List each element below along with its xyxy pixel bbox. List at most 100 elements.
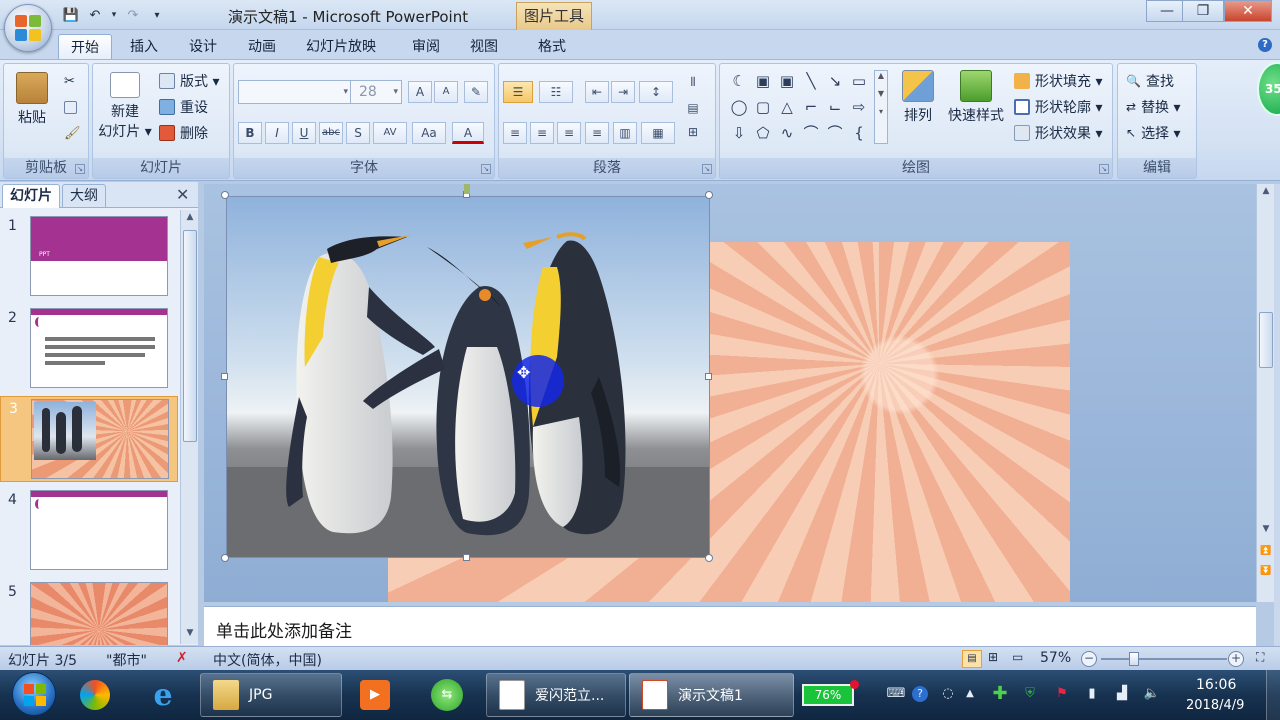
tab-design[interactable]: 设计 [177, 34, 229, 60]
format-painter-button[interactable]: 🖌 [64, 122, 81, 144]
editor-scrollbar[interactable]: ▲ ▼ ⏫ ⏬ [1256, 184, 1274, 602]
shape-textbox-v-icon[interactable]: ▣ [776, 70, 798, 92]
thumbnail-scrollbar[interactable]: ▲ ▼ [180, 210, 198, 644]
resize-handle-s[interactable] [463, 554, 470, 561]
shape-oval-icon[interactable]: ◯ [728, 96, 750, 118]
shape-brace-icon[interactable]: { [848, 122, 870, 144]
keyboard-icon[interactable]: ⌨ [886, 684, 906, 704]
change-case-button[interactable]: Aa [412, 122, 446, 144]
bold-button[interactable]: B [238, 122, 262, 144]
language-indicator[interactable]: 中文(简体，中国) [213, 650, 322, 670]
resize-handle-w[interactable] [221, 373, 228, 380]
paste-button[interactable]: 粘贴 [10, 72, 54, 128]
find-button[interactable]: 🔍 查找 [1126, 70, 1174, 92]
arrange-button[interactable]: 排列 [896, 70, 940, 126]
resize-handle-e[interactable] [705, 373, 712, 380]
italic-button[interactable]: I [265, 122, 289, 144]
shape-fill-button[interactable]: 形状填充 ▾ [1014, 70, 1102, 92]
security-plus-icon[interactable]: ✚ [990, 684, 1010, 704]
shapes-gallery-scroll[interactable]: ▲ ▼ ▾ [874, 70, 888, 144]
undo-dropdown-icon[interactable]: ▾ [110, 7, 118, 23]
align-text-icon[interactable]: ▤ [681, 98, 705, 120]
tray-expand-icon[interactable]: ▲ [960, 684, 980, 704]
scroll-up-icon[interactable]: ▲ [1259, 186, 1273, 200]
text-direction-icon[interactable]: ⫴ [681, 72, 705, 94]
font-name-combo[interactable]: ▾ [238, 80, 352, 104]
media-player-icon[interactable]: ▶ [346, 675, 404, 715]
resize-handle-ne[interactable] [705, 191, 713, 199]
taskbar-powerpoint-task[interactable]: 演示文稿1 [629, 673, 794, 717]
shape-triangle-icon[interactable]: △ [776, 96, 798, 118]
normal-view-icon[interactable]: ▤ [962, 650, 982, 668]
sync-app-icon[interactable]: ⇆ [418, 675, 476, 715]
picture-tools-context-tab[interactable]: 图片工具 [516, 2, 592, 30]
shape-arc-icon[interactable]: ⌒ [800, 122, 822, 144]
clipboard-launcher-icon[interactable]: ↘ [75, 164, 85, 174]
volume-icon[interactable]: 🔈 [1142, 684, 1162, 704]
redo-icon[interactable]: ↷ [124, 7, 142, 23]
scroll-down-icon[interactable]: ▼ [183, 628, 197, 642]
fit-slide-icon[interactable]: ⛶ [1256, 650, 1264, 665]
shape-elbow-icon[interactable]: ⌐ [800, 96, 822, 118]
shrink-font-button[interactable]: A [434, 81, 458, 103]
close-button[interactable]: ✕ [1224, 0, 1272, 22]
shape-outline-button[interactable]: 形状轮廓 ▾ [1014, 96, 1102, 118]
show-desktop-button[interactable] [1266, 670, 1280, 720]
justify-button[interactable]: ≡ [585, 122, 609, 144]
language-tray-icon[interactable]: ◌ [938, 684, 958, 704]
align-right-button[interactable]: ≡ [557, 122, 581, 144]
rotate-handle[interactable] [464, 184, 470, 194]
paragraph-launcher-icon[interactable]: ↘ [702, 164, 712, 174]
decrease-indent-button[interactable]: ⇤ [585, 81, 609, 103]
taskbar-document-task[interactable]: 爱闪范立... [486, 673, 626, 717]
tab-format[interactable]: 格式 [526, 34, 578, 60]
shape-rounded-rect-icon[interactable]: ▢ [752, 96, 774, 118]
tab-slides-pane[interactable]: 幻灯片 [2, 184, 60, 208]
slideshow-icon[interactable]: ▭ [1012, 650, 1023, 664]
slide-thumbnail-1[interactable]: 1 PPT [0, 214, 178, 300]
zoom-out-icon[interactable]: − [1081, 651, 1097, 667]
slide-thumbnail-3[interactable]: 3 [0, 396, 178, 482]
quick-styles-button[interactable]: 快速样式 [942, 70, 1010, 126]
shape-down-arrow-icon[interactable]: ⇩ [728, 122, 750, 144]
numbering-button[interactable]: ☷ [539, 81, 573, 103]
copy-button[interactable] [64, 96, 77, 118]
tab-view[interactable]: 视图 [458, 34, 510, 60]
floating-badge[interactable]: 35 [1257, 62, 1280, 116]
resize-handle-se[interactable] [705, 554, 713, 562]
undo-icon[interactable]: ↶ [86, 7, 104, 23]
shape-elbow-arrow-icon[interactable]: ⌙ [824, 96, 846, 118]
clock-time[interactable]: 16:06 [1196, 677, 1236, 693]
shape-right-arrow-icon[interactable]: ⇨ [848, 96, 870, 118]
scroll-thumb[interactable] [183, 230, 197, 442]
tab-outline-pane[interactable]: 大纲 [62, 184, 106, 208]
tab-home[interactable]: 开始 [58, 34, 112, 60]
selected-picture[interactable]: ✥ [226, 196, 710, 558]
shape-arc2-icon[interactable]: ⌒ [824, 122, 846, 144]
slide-thumbnail-2[interactable]: 2 [0, 306, 178, 392]
align-left-button[interactable]: ≡ [503, 122, 527, 144]
notes-pane[interactable]: 单击此处添加备注 [204, 606, 1256, 646]
customize-qat-icon[interactable]: ▾ [148, 7, 166, 23]
shape-moon-icon[interactable]: ☾ [728, 70, 750, 92]
tab-insert[interactable]: 插入 [118, 34, 170, 60]
shape-rect-icon[interactable]: ▭ [848, 70, 870, 92]
align-center-button[interactable]: ≡ [530, 122, 554, 144]
scroll-down-icon[interactable]: ▼ [1259, 524, 1273, 538]
zoom-slider-knob[interactable] [1129, 652, 1139, 666]
battery-indicator[interactable]: 76% [802, 684, 854, 706]
network-icon[interactable]: ▟ [1112, 684, 1132, 704]
theme-name[interactable]: "都市" [106, 650, 147, 670]
grow-font-button[interactable]: A [408, 81, 432, 103]
underline-button[interactable]: U [292, 122, 316, 144]
bullets-button[interactable]: ☰ [503, 81, 533, 103]
font-size-combo[interactable]: 28 ▾ [350, 80, 402, 104]
shield-icon[interactable]: ⛨ [1020, 684, 1040, 704]
columns-button[interactable]: ▦ [641, 122, 675, 144]
scroll-up-icon[interactable]: ▲ [183, 212, 197, 226]
line-spacing-button[interactable]: ↕ [639, 81, 673, 103]
office-button[interactable] [4, 4, 52, 52]
slide-thumbnail-4[interactable]: 4 [0, 488, 178, 574]
zoom-in-icon[interactable]: + [1228, 651, 1244, 667]
text-shadow-button[interactable]: S [346, 122, 370, 144]
